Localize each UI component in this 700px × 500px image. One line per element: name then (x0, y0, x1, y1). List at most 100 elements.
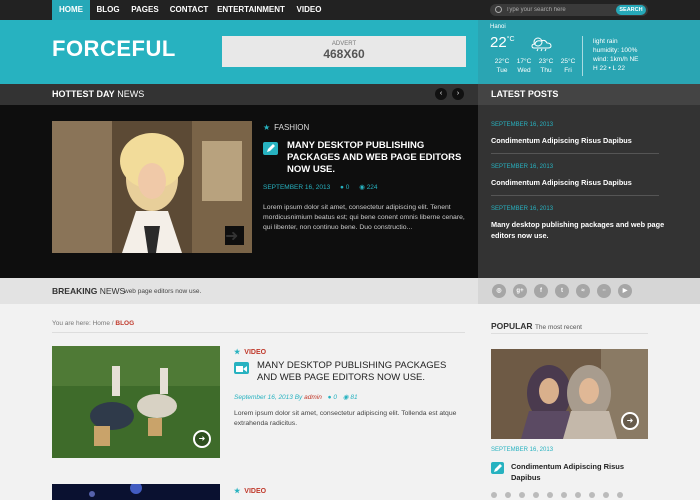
blog-post-image[interactable] (52, 484, 220, 500)
weather-temp: 22°C (490, 34, 515, 51)
weather-condition: light rain (593, 38, 618, 45)
forecast-day: 25°C Fri (560, 58, 576, 74)
latest-post-item[interactable]: SEPTEMBER 16, 2013 Condimentum Adipiscin… (491, 122, 666, 146)
popular-date: SEPTEMBER 16, 2013 (491, 447, 554, 453)
hottest-views: 224 (366, 184, 378, 191)
google-plus-icon[interactable]: g+ (513, 284, 527, 298)
blog-post-comments: 0 (333, 394, 338, 401)
hottest-article-image[interactable] (52, 121, 252, 253)
meta-icon (561, 492, 567, 498)
video-icon (234, 362, 249, 374)
meta-icon (589, 492, 595, 498)
blog-post-play-icon[interactable]: ➜ (193, 430, 211, 448)
youtube-icon[interactable]: ▶ (618, 284, 632, 298)
popular-title-link[interactable]: Condimentum Adipiscing Risus Dapibus (511, 461, 651, 483)
latest-post-date: SEPTEMBER 16, 2013 (491, 122, 554, 128)
hottest-play-icon[interactable]: ➜ (225, 226, 244, 245)
meta-icon (491, 492, 497, 498)
forecast-day: 23°C Thu (538, 58, 554, 74)
hottest-headline[interactable]: MANY DESKTOP PUBLISHING PACKAGES AND WEB… (287, 140, 467, 176)
hottest-title: HOTTEST DAY NEWS (52, 89, 145, 99)
blog-post-excerpt: Lorem ipsum dolor sit amet, consectetur … (234, 410, 457, 427)
top-navigation: HOME BLOG PAGES CONTACT ENTERTAINMENT VI… (0, 0, 700, 20)
flickr-icon[interactable]: ∙∙ (597, 284, 611, 298)
comment-icon: ● (340, 184, 344, 191)
breaking-label: BREAKING NEWS (52, 286, 126, 296)
weather-temp-value: 22 (490, 34, 507, 51)
search-button[interactable]: SEARCH (616, 5, 646, 15)
star-icon: ★ (234, 488, 241, 495)
prev-arrow-icon[interactable]: ‹ (435, 88, 447, 100)
latest-post-title[interactable]: Many desktop publishing packages and web… (491, 219, 666, 241)
blog-post-category[interactable]: ★ VIDEO (234, 487, 266, 495)
site-logo[interactable]: FORCEFUL (52, 36, 176, 62)
social-icons-bar: ◎ g+ f t ≈ ∙∙ ▶ (478, 278, 700, 304)
breadcrumb-prefix: You are here: (52, 320, 91, 327)
blog-post-headline[interactable]: MANY DESKTOP PUBLISHING PACKAGES AND WEB… (257, 360, 467, 384)
hottest-bar: HOTTEST DAY NEWS ‹ › (0, 84, 478, 105)
breadcrumb: You are here: Home / BLOG (52, 320, 134, 327)
latest-post-item[interactable]: SEPTEMBER 16, 2013 Condimentum Adipiscin… (491, 164, 666, 188)
latest-posts-header: LATEST POSTS (478, 84, 700, 105)
popular-meta-icons (491, 485, 648, 500)
meta-icon (533, 492, 539, 498)
nav-pages[interactable]: PAGES (126, 0, 164, 20)
forecast-day: 17°C Wed (516, 58, 532, 74)
latest-post-item[interactable]: SEPTEMBER 16, 2013 Many desktop publishi… (491, 206, 666, 241)
breaking-news-bar: BREAKING NEWS web page editors now use. (0, 278, 478, 304)
blog-post-by: By (294, 394, 303, 401)
meta-icon (505, 492, 511, 498)
advert-banner[interactable]: ADVERT 468X60 (222, 36, 466, 67)
breadcrumb-home[interactable]: Home (93, 320, 110, 327)
star-icon: ★ (263, 123, 271, 132)
meta-icon (575, 492, 581, 498)
eye-icon: ◉ (342, 394, 349, 401)
weather-widget: Hanoi 22°C light rain humidity: 100% win… (478, 20, 700, 84)
latest-post-date: SEPTEMBER 16, 2013 (491, 206, 554, 212)
facebook-icon[interactable]: f (534, 284, 548, 298)
nav-entertainment[interactable]: ENTERTAINMENT (214, 0, 288, 20)
meta-icon (547, 492, 553, 498)
latest-post-title[interactable]: Condimentum Adipiscing Risus Dapibus (491, 177, 666, 188)
meta-icon (617, 492, 623, 498)
hottest-comments: 0 (345, 184, 350, 191)
nav-blog[interactable]: BLOG (91, 0, 125, 20)
search-input[interactable] (506, 5, 606, 15)
divider (52, 332, 465, 333)
nav-home[interactable]: HOME (52, 0, 90, 20)
advert-size: 468X60 (323, 47, 365, 61)
latest-posts-panel: LATEST POSTS SEPTEMBER 16, 2013 Condimen… (478, 84, 700, 278)
edit-icon (491, 462, 504, 474)
popular-title: POPULAR The most recent (491, 321, 582, 331)
next-arrow-icon[interactable]: › (452, 88, 464, 100)
nav-contact[interactable]: CONTACT (165, 0, 213, 20)
weather-details: light rain humidity: 100% wind: 1km/h NE… (593, 37, 639, 73)
comment-icon: ● (327, 394, 332, 401)
cloud-rain-icon (531, 37, 552, 52)
weather-city: Hanoi (490, 24, 506, 30)
hottest-category[interactable]: ★ FASHION (263, 123, 309, 132)
star-icon: ★ (234, 349, 241, 356)
hottest-excerpt: Lorem ipsum dolor sit amet, consectetur … (263, 204, 465, 231)
divider (491, 333, 648, 334)
divider (491, 195, 659, 196)
blog-post-category[interactable]: ★ VIDEO (234, 348, 266, 356)
nav-video[interactable]: VIDEO (289, 0, 329, 20)
meta-icon (519, 492, 525, 498)
rss-icon[interactable]: ≈ (576, 284, 590, 298)
forecast-day: 22°C Tue (494, 58, 510, 74)
latest-post-date: SEPTEMBER 16, 2013 (491, 164, 554, 170)
latest-post-title[interactable]: Condimentum Adipiscing Risus Dapibus (491, 135, 666, 146)
hottest-meta: SEPTEMBER 16, 2013 ● 0 ◉ 224 (263, 183, 378, 191)
blog-post-views: 81 (350, 394, 358, 401)
weather-wind: wind: 1km/h NE (593, 56, 639, 63)
search-icon (495, 6, 502, 13)
divider (491, 153, 659, 154)
twitter-icon[interactable]: t (555, 284, 569, 298)
blog-post-author[interactable]: admin (304, 394, 322, 401)
popular-play-icon[interactable]: ➜ (621, 412, 639, 430)
breadcrumb-separator: / (111, 320, 114, 327)
edit-icon (263, 142, 278, 155)
dribbble-icon[interactable]: ◎ (492, 284, 506, 298)
breaking-text[interactable]: web page editors now use. (124, 288, 201, 295)
